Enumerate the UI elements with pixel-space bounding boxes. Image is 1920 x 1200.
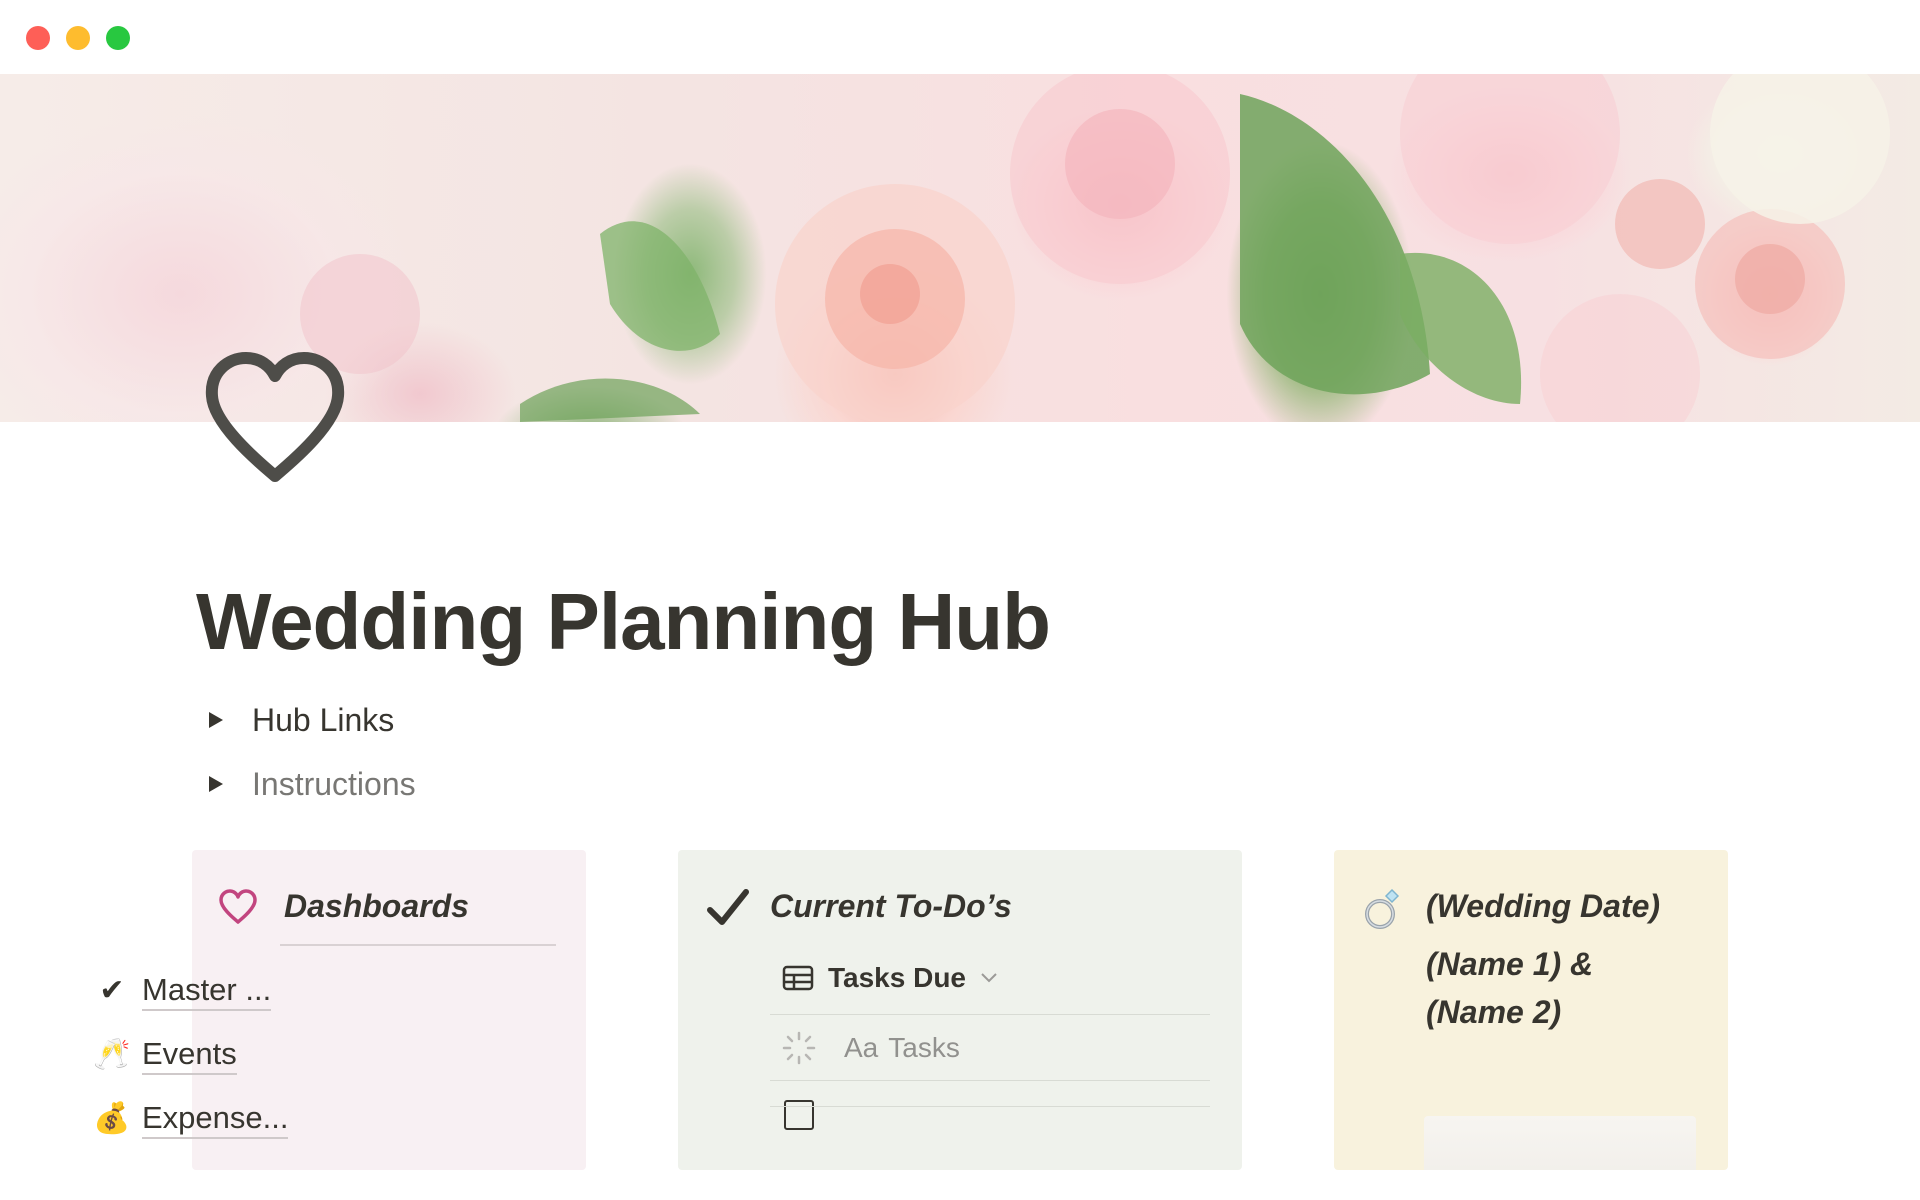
money-bag-icon: 💰	[93, 1102, 131, 1135]
wedding-names-line1: (Name 1) &	[1426, 946, 1594, 982]
checkmark-icon	[707, 889, 749, 925]
toggle-arrow-icon[interactable]	[206, 710, 226, 730]
loading-spinner-icon	[782, 1031, 816, 1065]
checkmark-icon: ✔	[99, 974, 125, 1007]
window-zoom-button[interactable]	[106, 26, 130, 50]
toggle-hub-links[interactable]: Hub Links	[206, 700, 394, 740]
dashboard-link-expenses[interactable]: 💰 Expense...	[92, 1098, 289, 1140]
divider	[770, 1014, 1210, 1015]
divider	[280, 944, 556, 946]
toggle-label: Instructions	[252, 765, 416, 802]
divider	[770, 1080, 1210, 1081]
table-column-header[interactable]: Aa Tasks	[782, 1028, 960, 1068]
window-minimize-button[interactable]	[66, 26, 90, 50]
heart-outline-pink-icon	[219, 889, 257, 924]
wedding-photo[interactable]	[1424, 1116, 1696, 1170]
column-label: Tasks	[888, 1032, 960, 1063]
toggle-label: Hub Links	[252, 701, 395, 738]
heart-outline-icon[interactable]	[200, 350, 350, 490]
view-tab-label: Tasks Due	[828, 962, 966, 993]
dashboard-link-label[interactable]: Master ...	[142, 971, 272, 1011]
current-todos-callout: Current To-Do’s Tasks Due Aa Tasks	[678, 850, 1242, 1170]
page-title[interactable]: Wedding Planning Hub	[196, 576, 1051, 668]
dashboard-link-label[interactable]: Events	[142, 1035, 237, 1075]
dashboard-link-events[interactable]: 🥂 Events	[92, 1034, 237, 1076]
text-property-icon: Aa	[844, 1032, 879, 1063]
champagne-icon: 🥂	[93, 1038, 131, 1071]
table-icon	[782, 965, 814, 991]
window-titlebar	[0, 0, 1920, 74]
view-tab-tasks-due[interactable]: Tasks Due	[782, 958, 998, 998]
dashboards-heading: Dashboards	[284, 888, 469, 924]
chevron-down-icon[interactable]	[980, 972, 998, 984]
toggle-instructions[interactable]: Instructions	[206, 764, 416, 804]
window-close-button[interactable]	[26, 26, 50, 50]
dashboard-link-master[interactable]: ✔ Master ...	[92, 970, 272, 1012]
todos-heading: Current To-Do’s	[770, 888, 1012, 924]
task-checkbox[interactable]	[784, 1100, 814, 1130]
divider	[770, 1106, 1210, 1107]
ring-icon	[1365, 888, 1400, 929]
wedding-date-text: (Wedding Date)	[1426, 888, 1661, 924]
wedding-names-line2: (Name 2)	[1426, 994, 1562, 1030]
wedding-date-callout: (Wedding Date) (Name 1) & (Name 2)	[1334, 850, 1728, 1170]
dashboard-link-label[interactable]: Expense...	[142, 1099, 289, 1139]
toggle-arrow-icon[interactable]	[206, 774, 226, 794]
